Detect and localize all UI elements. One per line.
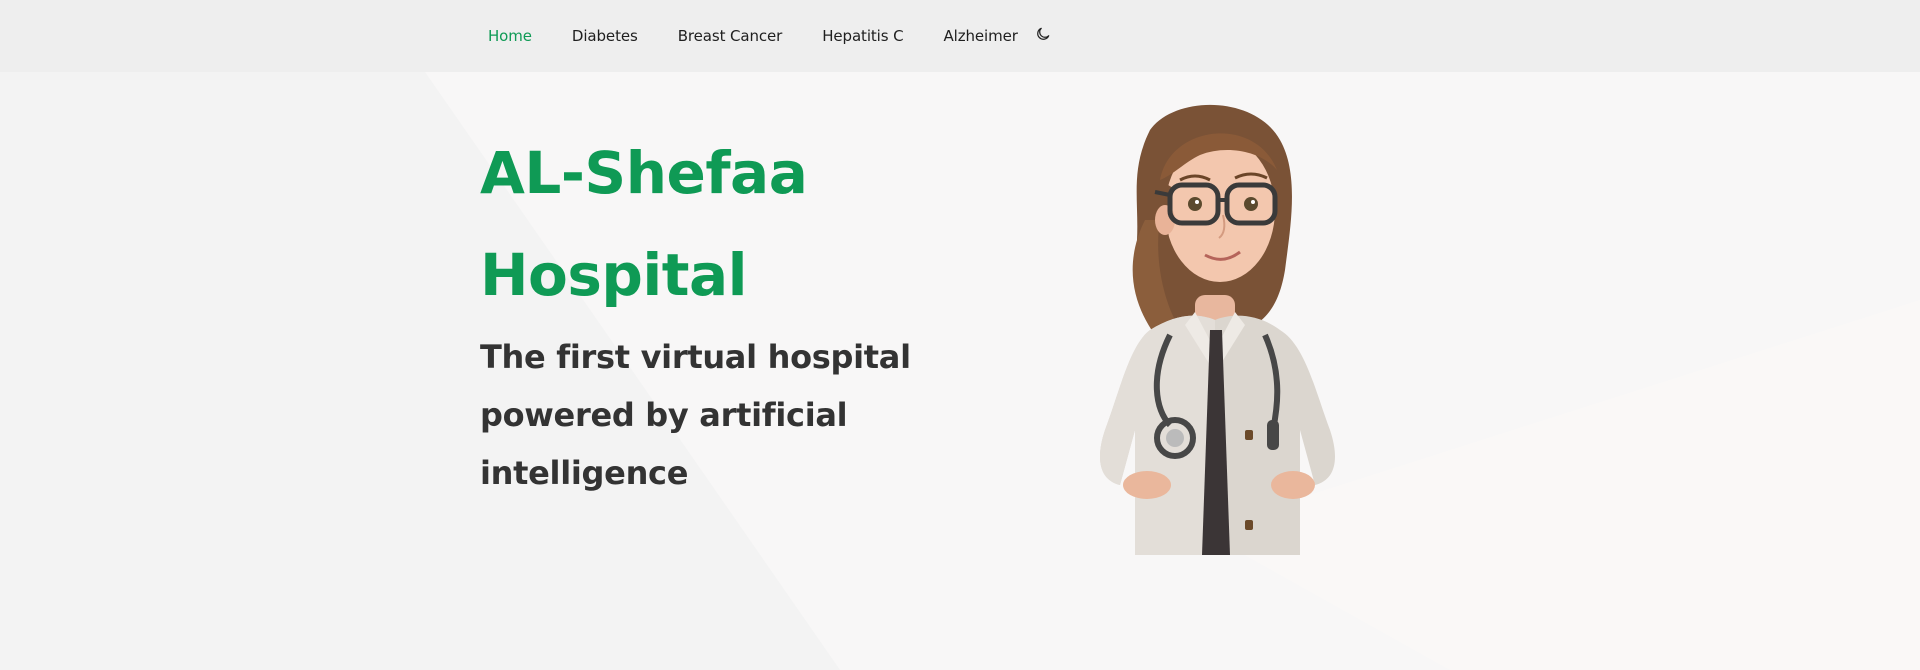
- nav-item-alzheimer[interactable]: Alzheimer: [944, 27, 1018, 45]
- nav-item-hepatitis-c[interactable]: Hepatitis C: [822, 27, 903, 45]
- nav-item-diabetes[interactable]: Diabetes: [572, 27, 638, 45]
- top-navbar: Home Diabetes Breast Cancer Hepatitis C …: [0, 0, 1920, 72]
- moon-icon: [1037, 27, 1050, 40]
- hero-section: AL-Shefaa Hospital The first virtual hos…: [480, 122, 950, 502]
- nav-menu: Home Diabetes Breast Cancer Hepatitis C …: [488, 0, 1052, 72]
- nav-item-home[interactable]: Home: [488, 27, 532, 45]
- hero-subtitle: The first virtual hospital powered by ar…: [480, 338, 911, 492]
- nav-item-breast-cancer[interactable]: Breast Cancer: [678, 27, 783, 45]
- doctor-illustration: [1100, 104, 1335, 555]
- hero-title: AL-Shefaa Hospital: [480, 139, 808, 309]
- theme-toggle-button[interactable]: [1034, 25, 1052, 43]
- background-shapes: [0, 0, 1920, 670]
